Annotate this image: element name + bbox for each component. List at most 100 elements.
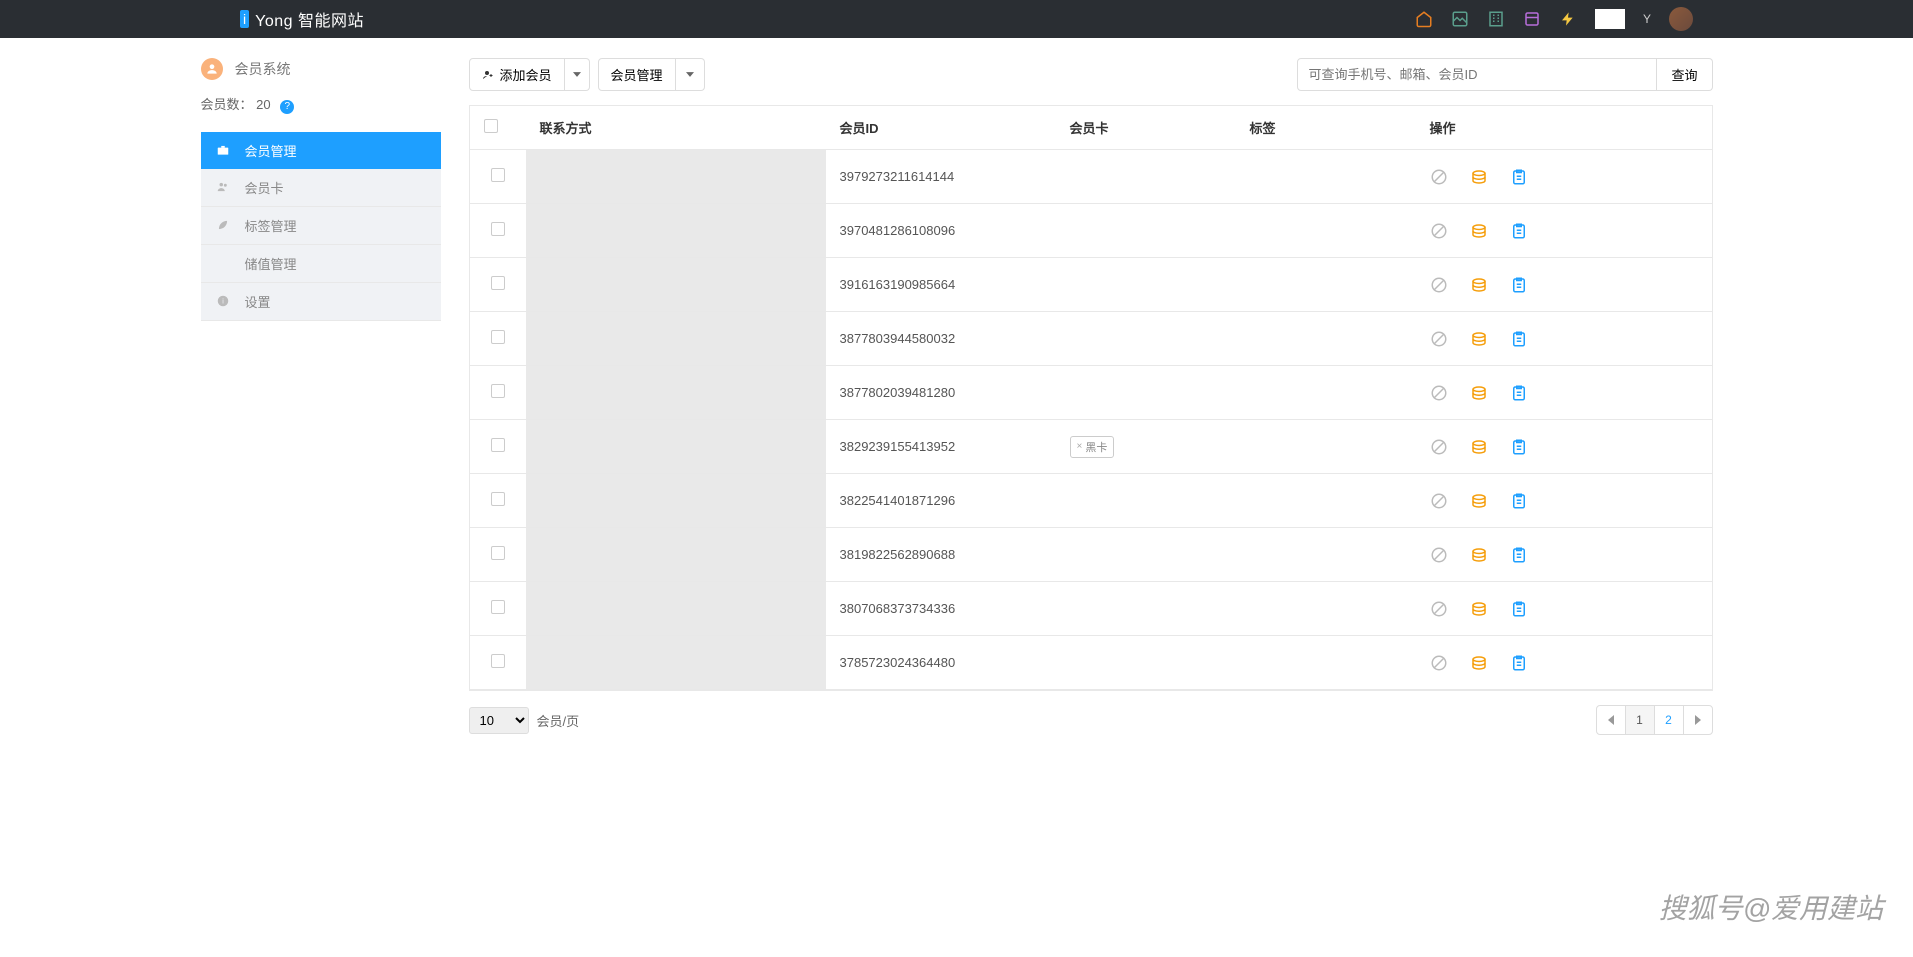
sidebar-item-stored-value[interactable]: 储值管理 bbox=[201, 245, 441, 283]
user-icon bbox=[201, 58, 223, 80]
coins-icon[interactable] bbox=[1470, 654, 1488, 672]
clipboard-icon[interactable] bbox=[1510, 654, 1528, 672]
member-manage-group: 会员管理 bbox=[598, 58, 705, 91]
block-icon[interactable] bbox=[1430, 654, 1448, 672]
cell-tag bbox=[1236, 420, 1416, 474]
row-checkbox[interactable] bbox=[470, 366, 526, 420]
cell-member-id: 3822541401871296 bbox=[826, 474, 1056, 528]
page-1[interactable]: 1 bbox=[1625, 705, 1655, 735]
row-checkbox[interactable] bbox=[470, 582, 526, 636]
member-manage-button[interactable]: 会员管理 bbox=[598, 58, 676, 91]
briefcase-icon bbox=[215, 142, 231, 158]
inbox-icon[interactable] bbox=[1523, 10, 1541, 28]
row-checkbox[interactable] bbox=[470, 474, 526, 528]
coins-icon[interactable] bbox=[1470, 438, 1488, 456]
cell-ops bbox=[1416, 582, 1712, 636]
table-row[interactable]: 3877802039481280 bbox=[470, 366, 1712, 420]
block-icon[interactable] bbox=[1430, 384, 1448, 402]
logo-badge: i bbox=[240, 10, 249, 28]
help-icon[interactable]: ? bbox=[280, 100, 294, 114]
cell-member-id: 3979273211614144 bbox=[826, 150, 1056, 204]
clipboard-icon[interactable] bbox=[1510, 600, 1528, 618]
cell-contact bbox=[526, 366, 826, 420]
per-page-select[interactable]: 10 bbox=[469, 707, 529, 734]
table-row[interactable]: 3916163190985664 bbox=[470, 258, 1712, 312]
block-icon[interactable] bbox=[1430, 330, 1448, 348]
block-icon[interactable] bbox=[1430, 600, 1448, 618]
coins-icon[interactable] bbox=[1470, 492, 1488, 510]
header-checkbox[interactable] bbox=[470, 106, 526, 150]
sidebar-menu: 会员管理 会员卡 标签管理 储值管理 i 设置 bbox=[201, 132, 441, 321]
block-icon[interactable] bbox=[1430, 222, 1448, 240]
clipboard-icon[interactable] bbox=[1510, 384, 1528, 402]
info-icon: i bbox=[215, 293, 231, 309]
block-icon[interactable] bbox=[1430, 276, 1448, 294]
cell-card bbox=[1056, 258, 1236, 312]
sidebar-item-label: 标签管理 bbox=[245, 216, 297, 235]
row-checkbox[interactable] bbox=[470, 258, 526, 312]
coins-icon[interactable] bbox=[1470, 546, 1488, 564]
coins-icon[interactable] bbox=[1470, 222, 1488, 240]
clipboard-icon[interactable] bbox=[1510, 276, 1528, 294]
block-icon[interactable] bbox=[1430, 492, 1448, 510]
row-checkbox[interactable] bbox=[470, 312, 526, 366]
cell-ops bbox=[1416, 258, 1712, 312]
search-button[interactable]: 查询 bbox=[1657, 58, 1712, 91]
clipboard-icon[interactable] bbox=[1510, 168, 1528, 186]
topnav-right: Y bbox=[1415, 7, 1693, 31]
row-checkbox[interactable] bbox=[470, 636, 526, 690]
home-icon[interactable] bbox=[1415, 10, 1433, 28]
avatar[interactable] bbox=[1669, 7, 1693, 31]
coins-icon[interactable] bbox=[1470, 168, 1488, 186]
lightning-icon[interactable] bbox=[1559, 10, 1577, 28]
page-2[interactable]: 2 bbox=[1654, 705, 1684, 735]
search-input[interactable] bbox=[1297, 58, 1657, 91]
cell-tag bbox=[1236, 366, 1416, 420]
table-row[interactable]: 3829239155413952 ×黑卡 bbox=[470, 420, 1712, 474]
block-icon[interactable] bbox=[1430, 438, 1448, 456]
table-row[interactable]: 3970481286108096 bbox=[470, 204, 1712, 258]
row-checkbox[interactable] bbox=[470, 528, 526, 582]
cell-card bbox=[1056, 528, 1236, 582]
row-checkbox[interactable] bbox=[470, 150, 526, 204]
cell-contact bbox=[526, 204, 826, 258]
row-checkbox[interactable] bbox=[470, 420, 526, 474]
card-chip[interactable]: ×黑卡 bbox=[1070, 436, 1115, 458]
page-next[interactable] bbox=[1683, 705, 1713, 735]
member-manage-dropdown[interactable] bbox=[676, 58, 705, 91]
clipboard-icon[interactable] bbox=[1510, 492, 1528, 510]
page-prev[interactable] bbox=[1596, 705, 1626, 735]
cell-card: ×黑卡 bbox=[1056, 420, 1236, 474]
block-icon[interactable] bbox=[1430, 168, 1448, 186]
table-row[interactable]: 3785723024364480 bbox=[470, 636, 1712, 690]
sidebar: 会员系统 会员数： 20 ? 会员管理 会员卡 标签管理 储值管理 bbox=[201, 58, 441, 735]
add-member-dropdown[interactable] bbox=[565, 58, 590, 91]
cell-member-id: 3829239155413952 bbox=[826, 420, 1056, 474]
image-icon[interactable] bbox=[1451, 10, 1469, 28]
add-member-button[interactable]: 添加会员 bbox=[469, 58, 565, 91]
sidebar-item-member-card[interactable]: 会员卡 bbox=[201, 169, 441, 207]
building-icon[interactable] bbox=[1487, 10, 1505, 28]
block-icon[interactable] bbox=[1430, 546, 1448, 564]
cell-tag bbox=[1236, 312, 1416, 366]
table-row[interactable]: 3819822562890688 bbox=[470, 528, 1712, 582]
clipboard-icon[interactable] bbox=[1510, 438, 1528, 456]
user-label: Y bbox=[1643, 12, 1651, 26]
sidebar-item-settings[interactable]: i 设置 bbox=[201, 283, 441, 321]
coins-icon[interactable] bbox=[1470, 330, 1488, 348]
cell-ops bbox=[1416, 474, 1712, 528]
table-row[interactable]: 3807068373734336 bbox=[470, 582, 1712, 636]
logo[interactable]: i Yong 智能网站 bbox=[240, 7, 364, 31]
row-checkbox[interactable] bbox=[470, 204, 526, 258]
clipboard-icon[interactable] bbox=[1510, 222, 1528, 240]
clipboard-icon[interactable] bbox=[1510, 330, 1528, 348]
sidebar-item-member-manage[interactable]: 会员管理 bbox=[201, 132, 441, 169]
coins-icon[interactable] bbox=[1470, 276, 1488, 294]
clipboard-icon[interactable] bbox=[1510, 546, 1528, 564]
coins-icon[interactable] bbox=[1470, 384, 1488, 402]
table-row[interactable]: 3822541401871296 bbox=[470, 474, 1712, 528]
sidebar-item-tag-manage[interactable]: 标签管理 bbox=[201, 207, 441, 245]
table-row[interactable]: 3979273211614144 bbox=[470, 150, 1712, 204]
table-row[interactable]: 3877803944580032 bbox=[470, 312, 1712, 366]
coins-icon[interactable] bbox=[1470, 600, 1488, 618]
